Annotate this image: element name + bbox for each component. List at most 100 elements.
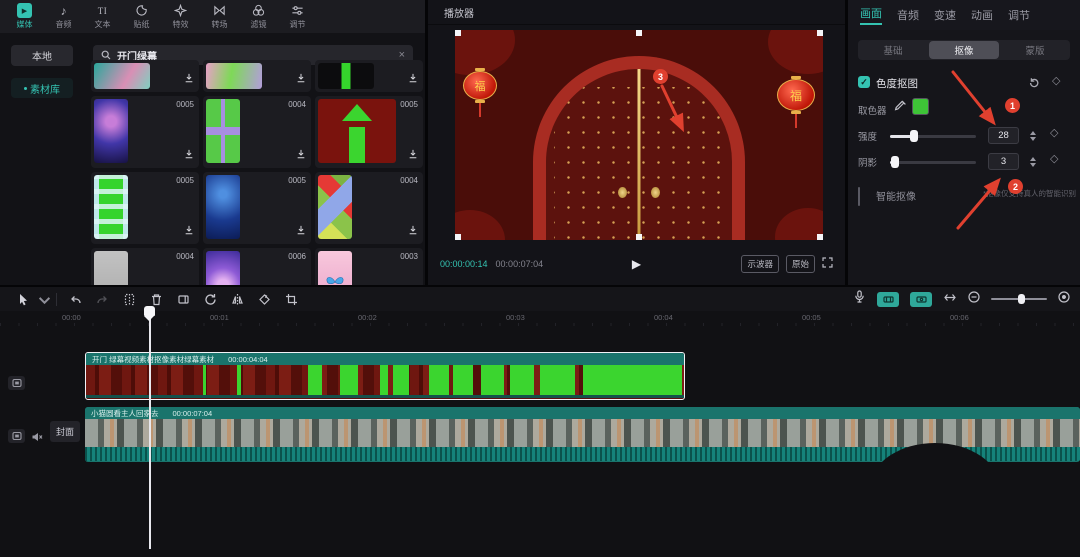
strength-slider[interactable] xyxy=(890,130,976,142)
tab-audio[interactable]: 音频 xyxy=(45,3,82,30)
eyedropper-icon[interactable] xyxy=(894,100,907,118)
subtab-mask[interactable]: 蒙版 xyxy=(1000,40,1070,60)
auto-snap-toggle[interactable] xyxy=(910,291,932,307)
resize-handle[interactable] xyxy=(455,30,461,36)
locate-playhead-icon[interactable] xyxy=(1058,290,1070,308)
microphone-icon[interactable] xyxy=(853,290,866,308)
tab-filter[interactable]: 滤镜 xyxy=(240,3,277,30)
mute-track-icon[interactable] xyxy=(31,430,43,448)
tab-picture[interactable]: 画面 xyxy=(860,5,882,25)
material-item[interactable]: 0003 xyxy=(315,248,423,285)
tab-adjustment[interactable]: 调节 xyxy=(1008,7,1030,23)
tab-animation[interactable]: 动画 xyxy=(971,7,993,23)
material-item[interactable] xyxy=(315,60,423,92)
shadow-value-input[interactable]: 3 xyxy=(988,153,1019,170)
strength-value-input[interactable]: 28 xyxy=(988,127,1019,144)
keyframe-diamond-icon[interactable] xyxy=(1052,74,1060,87)
material-item[interactable]: 0004 xyxy=(203,96,311,168)
track-options-icon[interactable] xyxy=(8,429,25,443)
fullscreen-icon[interactable] xyxy=(822,255,833,273)
download-icon[interactable] xyxy=(184,222,194,240)
material-item[interactable]: 0005 xyxy=(91,96,199,168)
mirror-icon[interactable] xyxy=(224,293,251,306)
smart-matting-checkbox[interactable] xyxy=(858,187,860,206)
download-icon[interactable] xyxy=(408,146,418,164)
strength-stepper[interactable] xyxy=(1026,127,1039,144)
download-icon[interactable] xyxy=(408,70,418,88)
resize-handle[interactable] xyxy=(817,30,823,36)
resize-handle[interactable] xyxy=(636,234,642,240)
download-icon[interactable] xyxy=(184,70,194,88)
download-icon[interactable] xyxy=(408,222,418,240)
shadow-stepper[interactable] xyxy=(1026,153,1039,170)
clip-main-video[interactable]: 小猫圆看主人回家去 00:00:07:04 xyxy=(85,407,1080,462)
nav-material-library[interactable]: 素材库 xyxy=(11,78,73,98)
download-icon[interactable] xyxy=(296,70,306,88)
reverse-icon[interactable] xyxy=(197,293,224,306)
crop-icon[interactable] xyxy=(278,293,305,306)
keyframe-diamond-icon[interactable] xyxy=(1050,126,1058,139)
playhead-handle[interactable] xyxy=(144,306,155,316)
butterfly-graphic xyxy=(326,277,344,285)
nav-local[interactable]: 本地 xyxy=(11,45,73,66)
shadow-slider-handle[interactable] xyxy=(891,156,899,168)
download-icon[interactable] xyxy=(296,146,306,164)
chroma-key-checkbox[interactable] xyxy=(858,76,870,88)
material-item[interactable]: 0004 xyxy=(91,248,199,285)
zoom-slider-handle[interactable] xyxy=(1018,294,1025,304)
material-item-selected[interactable]: 0005 xyxy=(315,96,423,168)
subtab-matting[interactable]: 抠像 xyxy=(929,41,999,59)
material-item[interactable]: 0005 xyxy=(203,172,311,244)
preview-axis-icon[interactable] xyxy=(943,290,957,308)
main-track-snap-toggle[interactable] xyxy=(877,291,899,307)
rotate-icon[interactable] xyxy=(251,293,278,306)
preview-video[interactable]: 福 福 xyxy=(455,30,823,240)
redo-icon[interactable] xyxy=(89,293,116,306)
material-item[interactable] xyxy=(91,60,199,92)
select-cursor-icon[interactable] xyxy=(10,293,37,306)
download-icon[interactable] xyxy=(296,222,306,240)
scope-button[interactable]: 示波器 xyxy=(741,255,779,273)
reset-icon[interactable] xyxy=(1028,76,1040,94)
player-controls: 00:00:00:14 00:00:07:04 示波器 原始 xyxy=(428,247,845,281)
material-item[interactable]: 0006 xyxy=(203,248,311,285)
material-item[interactable]: 0005 xyxy=(91,172,199,244)
tab-media[interactable]: 媒体 xyxy=(6,3,43,30)
timeline-ruler[interactable]: 00:00 00:01 00:02 00:03 00:04 00:05 00:0… xyxy=(0,311,1080,326)
filter-icon xyxy=(251,3,266,18)
strength-slider-handle[interactable] xyxy=(910,130,918,142)
chevron-down-icon[interactable] xyxy=(37,293,51,306)
tab-text[interactable]: 文本 xyxy=(84,3,121,30)
tab-sticker[interactable]: 贴纸 xyxy=(123,3,160,30)
playhead-line[interactable] xyxy=(149,318,151,549)
cover-button[interactable]: 封面 xyxy=(50,421,80,442)
tab-adjust[interactable]: 调节 xyxy=(279,3,316,30)
tab-speed[interactable]: 变速 xyxy=(934,7,956,23)
material-item[interactable] xyxy=(203,60,311,92)
timeline-zoom-slider[interactable] xyxy=(991,294,1047,304)
tab-effects[interactable]: 特效 xyxy=(162,3,199,30)
undo-icon[interactable] xyxy=(62,293,89,306)
clip-greenscreen-door[interactable]: 开门 绿幕视频素材抠像素材绿幕素材 00:00:04:04 xyxy=(85,352,685,400)
resize-handle[interactable] xyxy=(817,234,823,240)
delete-icon[interactable] xyxy=(143,293,170,306)
subtab-basic[interactable]: 基础 xyxy=(858,40,928,60)
clear-search-icon[interactable] xyxy=(399,50,405,61)
keyframe-diamond-icon[interactable] xyxy=(1050,152,1058,165)
material-item[interactable]: 0004 xyxy=(315,172,423,244)
resize-handle[interactable] xyxy=(455,234,461,240)
audio-icon xyxy=(56,3,71,18)
resize-handle[interactable] xyxy=(636,30,642,36)
tab-audio-settings[interactable]: 音频 xyxy=(897,7,919,23)
zoom-out-icon[interactable] xyxy=(968,290,980,308)
active-dot xyxy=(24,86,27,90)
split-icon[interactable] xyxy=(116,293,143,306)
original-ratio-button[interactable]: 原始 xyxy=(785,255,815,273)
shadow-slider[interactable] xyxy=(890,156,976,168)
play-icon[interactable] xyxy=(632,257,641,271)
picked-color-swatch[interactable] xyxy=(912,98,929,115)
tab-transition[interactable]: 转场 xyxy=(201,3,238,30)
freeze-frame-icon[interactable] xyxy=(170,293,197,306)
download-icon[interactable] xyxy=(184,146,194,164)
track-options-icon[interactable] xyxy=(8,376,25,390)
